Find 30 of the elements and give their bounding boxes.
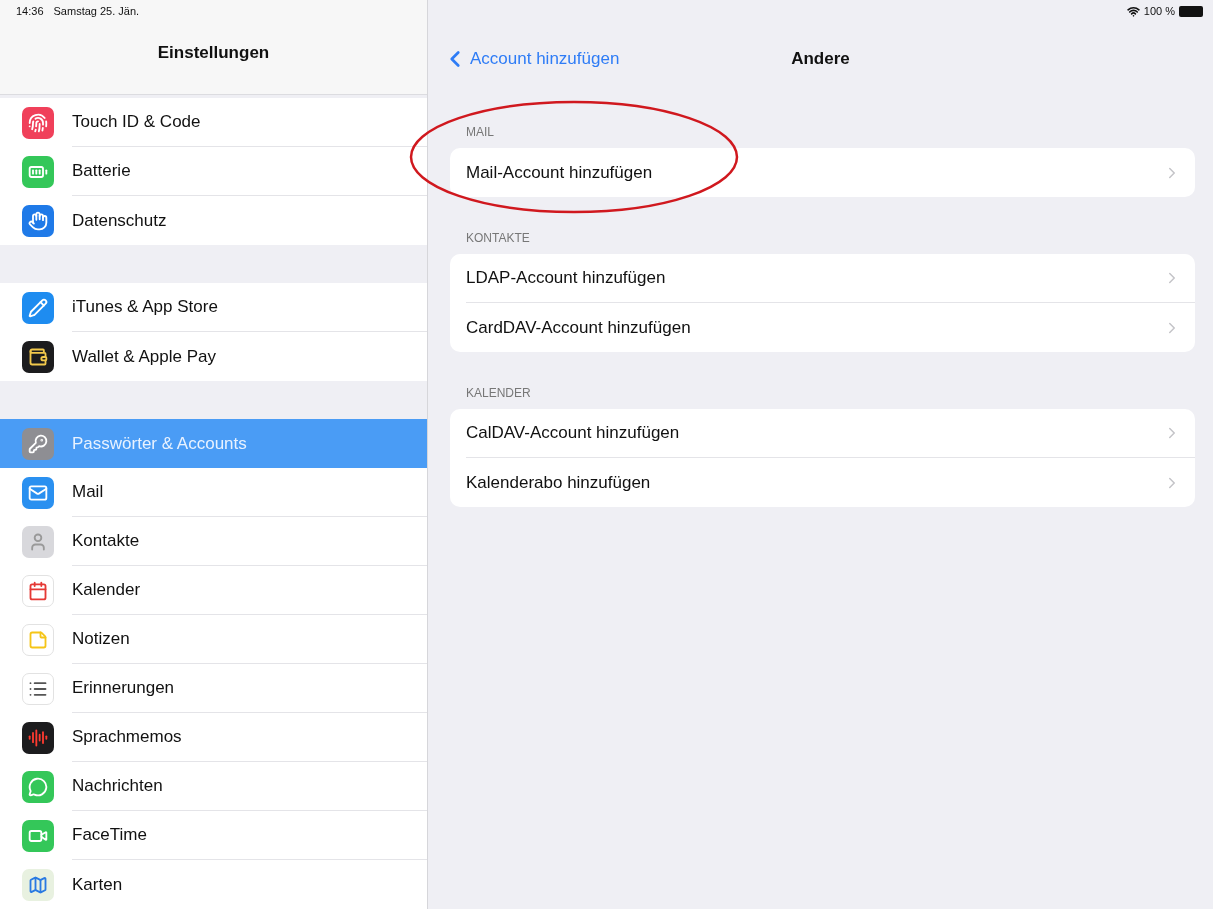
reminders-icon xyxy=(22,672,54,705)
battery-icon xyxy=(22,155,54,188)
settings-row[interactable]: CardDAV-Account hinzufügen xyxy=(466,303,1195,352)
sidebar-title: Einstellungen xyxy=(157,43,270,63)
wifi-icon xyxy=(1126,4,1140,18)
mail-icon xyxy=(22,476,54,509)
settings-row[interactable]: CalDAV-Account hinzufügen xyxy=(466,409,1195,458)
page-title: Andere xyxy=(791,48,850,69)
battery-icon xyxy=(1179,5,1203,17)
wallet-icon xyxy=(22,340,54,373)
status-date: Samstag 25. Jän. xyxy=(53,5,140,17)
fingerprint-icon xyxy=(22,106,54,139)
settings-row[interactable]: Mail-Account hinzufügen xyxy=(466,148,1195,197)
status-time: 14:36 xyxy=(16,5,44,17)
section-header: KONTAKTE xyxy=(465,230,531,247)
waveform-icon xyxy=(22,721,54,754)
hand-icon xyxy=(22,204,54,237)
section-header: KALENDER xyxy=(465,385,532,402)
speech-bubble-icon xyxy=(22,770,54,803)
back-link[interactable]: Account hinzufügen xyxy=(442,45,620,72)
contacts-icon xyxy=(22,525,54,558)
settings-row[interactable]: LDAP-Account hinzufügen xyxy=(466,254,1195,303)
section-header: MAIL xyxy=(465,124,495,141)
battery-percent: 100 % xyxy=(1143,5,1175,17)
key-icon xyxy=(22,427,54,460)
video-camera-icon xyxy=(22,819,54,852)
notes-icon xyxy=(22,623,54,656)
calendar-icon xyxy=(22,574,54,607)
settings-row[interactable]: Kalenderabo hinzufügen xyxy=(466,458,1195,507)
map-icon xyxy=(22,868,54,901)
